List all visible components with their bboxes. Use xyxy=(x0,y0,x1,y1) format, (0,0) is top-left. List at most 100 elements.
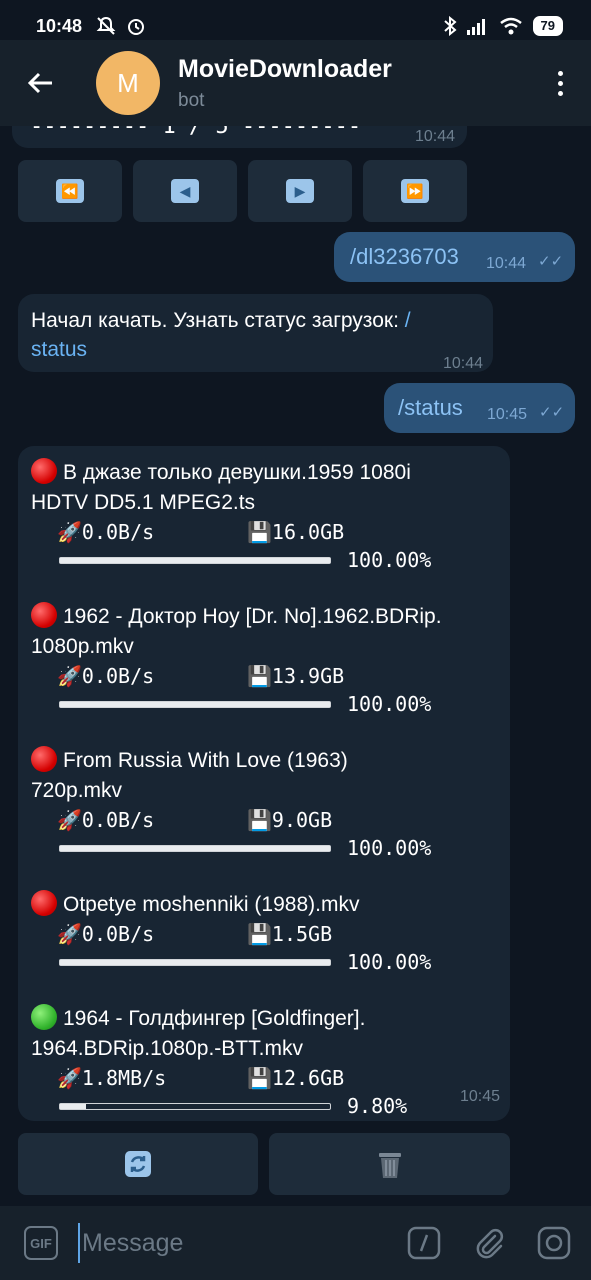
download-title-line1: В джазе только девушки.1959 1080i xyxy=(63,461,411,484)
download-item: 1962 - Доктор Ноу [Dr. No].1962.BDRip. 10… xyxy=(31,602,510,718)
download-item: From Russia With Love (1963) 720p.mkv 🚀0.0… xyxy=(31,746,510,862)
progress-track xyxy=(59,557,331,564)
progress-fill xyxy=(60,1104,87,1109)
progress-fill xyxy=(60,846,330,851)
chat-header: M MovieDownloader bot xyxy=(0,40,591,126)
chat-subtitle: bot xyxy=(178,89,205,111)
refresh-button[interactable] xyxy=(18,1133,258,1195)
status-time: 10:48 xyxy=(36,15,83,36)
next-icon: ▶ xyxy=(286,179,314,203)
message-bubble: Начал качать. Узнать статус загрузок: / … xyxy=(18,294,493,372)
command-link[interactable]: /dl3236703 xyxy=(350,242,459,271)
message-time: 10:45 xyxy=(487,406,528,423)
download-speed: 🚀0.0B/s xyxy=(57,664,155,688)
refresh-icon xyxy=(125,1151,151,1177)
download-speed: 🚀0.0B/s xyxy=(57,520,155,544)
message-time: 10:44 xyxy=(442,355,483,372)
gif-button[interactable]: GIF xyxy=(24,1226,58,1260)
status-link-part[interactable]: / xyxy=(405,309,411,332)
progress-track xyxy=(59,701,331,708)
message-bubble: --------- 1 / 5 --------- 10:44 xyxy=(12,126,467,148)
trash-icon xyxy=(378,1153,401,1178)
fast-backward-icon: ⏪ xyxy=(56,179,84,203)
notifications-off-icon xyxy=(96,16,116,35)
download-item: В джазе только девушки.1959 1080i HDTV DD… xyxy=(31,458,510,574)
download-title: В джазе только девушки.1959 1080i HDTV DD… xyxy=(31,458,510,518)
download-size: 💾1.5GB xyxy=(247,922,333,946)
keyboard-button-first[interactable]: ⏪ xyxy=(18,160,122,222)
downloads-status-message: В джазе только девушки.1959 1080i HDTV DD… xyxy=(18,446,510,1121)
progress-bar: 100.00% xyxy=(57,546,510,574)
keyboard-button-prev[interactable]: ◀ xyxy=(133,160,237,222)
progress-bar: 100.00% xyxy=(57,690,510,718)
chat-title: MovieDownloader xyxy=(178,54,392,83)
progress-fill xyxy=(60,558,330,563)
download-title-line1: From Russia With Love (1963) xyxy=(63,749,348,772)
battery-indicator: 79 xyxy=(532,16,563,36)
fast-forward-icon: ⏩ xyxy=(401,179,429,203)
message-text: --------- 1 / 5 --------- xyxy=(30,126,362,139)
download-size: 💾12.6GB xyxy=(247,1066,345,1090)
stopped-status-icon xyxy=(31,458,57,484)
download-title-line2: 1080p.mkv xyxy=(31,635,134,658)
download-title: 1964 - Голдфингер [Goldfinger]. 1964.BDRi… xyxy=(31,1004,510,1064)
read-checks-icon: ✓✓ xyxy=(539,404,565,421)
bot-commands-icon[interactable] xyxy=(407,1226,441,1260)
dot xyxy=(558,90,563,96)
progress-bar: 9.80% xyxy=(57,1092,510,1120)
camera-icon[interactable] xyxy=(537,1226,571,1260)
outgoing-message: /status 10:45 ✓✓ xyxy=(384,383,575,433)
alarm-icon xyxy=(128,19,145,35)
stopped-status-icon xyxy=(31,890,57,916)
download-size: 💾9.0GB xyxy=(247,808,333,832)
message-text: Начал качать. Узнать статус загрузок: / … xyxy=(31,306,486,364)
more-options-button[interactable] xyxy=(558,70,563,96)
download-stats: 🚀0.0B/s 💾16.0GB xyxy=(57,518,510,546)
command-link[interactable]: /status xyxy=(398,393,463,422)
progress-track xyxy=(59,1103,331,1110)
read-checks-icon: ✓✓ xyxy=(538,253,564,270)
signal-icon xyxy=(466,19,485,35)
download-percent: 100.00% xyxy=(347,692,432,716)
delete-button[interactable] xyxy=(269,1133,510,1195)
attach-icon[interactable] xyxy=(473,1226,505,1260)
download-title-line1: Otpetye moshenniki (1988).mkv xyxy=(63,893,360,916)
download-item: 1964 - Голдфингер [Goldfinger]. 1964.BDRi… xyxy=(31,1004,510,1120)
download-percent: 100.00% xyxy=(347,950,432,974)
download-size: 💾13.9GB xyxy=(247,664,345,688)
keyboard-button-last[interactable]: ⏩ xyxy=(363,160,467,222)
download-stats: 🚀0.0B/s 💾9.0GB xyxy=(57,806,510,834)
progress-track xyxy=(59,959,331,966)
download-percent: 9.80% xyxy=(347,1094,408,1118)
progress-track xyxy=(59,845,331,852)
download-speed: 🚀0.0B/s xyxy=(57,808,155,832)
back-button[interactable] xyxy=(0,71,80,95)
download-title-line2: 1964.BDRip.1080p.-BTT.mkv xyxy=(31,1037,303,1060)
status-link[interactable]: status xyxy=(31,338,87,361)
message-body: Начал качать. Узнать статус загрузок: xyxy=(31,309,405,332)
message-time: 10:44 xyxy=(486,255,527,272)
keyboard-button-next[interactable]: ▶ xyxy=(248,160,352,222)
download-title-line2: HDTV DD5.1 MPEG2.ts xyxy=(31,491,256,514)
message-time: 10:44 xyxy=(414,128,455,145)
avatar[interactable]: M xyxy=(96,51,160,115)
download-title: Otpetye moshenniki (1988).mkv xyxy=(31,890,510,920)
download-title-line1: 1962 - Доктор Ноу [Dr. No].1962.BDRip. xyxy=(63,605,442,628)
download-item: Otpetye moshenniki (1988).mkv 🚀0.0B/s 💾1.5… xyxy=(31,890,510,976)
message-input-bar: GIF xyxy=(0,1206,591,1280)
arrow-left-icon xyxy=(27,72,52,94)
progress-fill xyxy=(60,702,330,707)
download-title: 1962 - Доктор Ноу [Dr. No].1962.BDRip. 10… xyxy=(31,602,510,662)
progress-fill xyxy=(60,960,330,965)
chat-title-block[interactable]: MovieDownloader bot xyxy=(178,55,392,112)
stopped-status-icon xyxy=(31,602,57,628)
download-percent: 100.00% xyxy=(347,836,432,860)
download-title-line2: 720p.mkv xyxy=(31,779,123,802)
active-status-icon xyxy=(31,1004,57,1030)
chat-history[interactable]: --------- 1 / 5 --------- 10:44 ⏪ ◀ ▶ ⏩ … xyxy=(0,126,591,1206)
bluetooth-icon xyxy=(443,16,457,36)
downloads-list: В джазе только девушки.1959 1080i HDTV DD… xyxy=(31,458,510,1120)
message-input[interactable] xyxy=(78,1223,368,1263)
previous-icon: ◀ xyxy=(171,179,199,203)
download-speed: 🚀0.0B/s xyxy=(57,922,155,946)
